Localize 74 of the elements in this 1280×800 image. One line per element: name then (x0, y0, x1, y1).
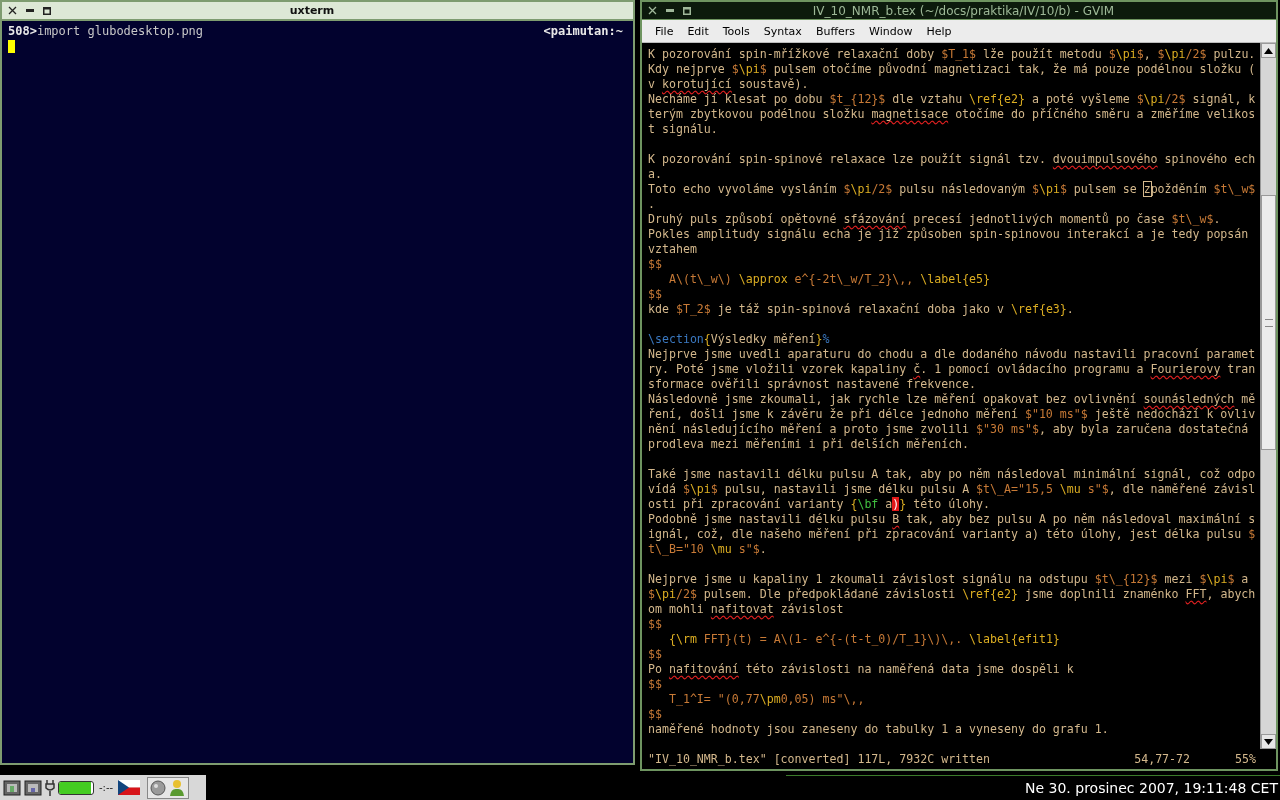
code-line: $$ (648, 257, 663, 272)
code-line: Pokles amplitudy signálu echa je již způsoben spin-spinovou interakcí a je tedy popsán (648, 227, 1250, 242)
code-line: A\(t\_w\) \approx e^{-2t\_w/T_2}\,, \label{e5} (667, 272, 992, 287)
maximize-icon[interactable] (43, 6, 51, 15)
menu-item[interactable]: Tools (715, 22, 757, 40)
code-line: Podobně jsme nastavili délku pulsu B tak, aby bez pulsu A po něm následoval maximální s (648, 512, 1257, 527)
code-line: vztahem (648, 242, 698, 257)
code-line: . (648, 197, 656, 212)
battery-meter (58, 780, 94, 795)
flag-icon[interactable] (118, 780, 141, 795)
code-line: Toto echo vyvoláme vysláním $\pi/2$ pulsu následovaným $\pi$ pulsem se zpožděním $t\_w$ (648, 182, 1257, 197)
code-line: Nejprve jsme u kapaliny 1 zkoumali závislost signálu na odstupu $t\_{12}$ mezi $\pi$ a (648, 572, 1250, 587)
code-line: ignál, což, dle našeho měření při zpracování varianty a) této úlohy, jest délka pulsu $ (648, 527, 1257, 542)
menu-item[interactable]: File (648, 22, 681, 40)
status-message: "IV_10_NMR_b.tex" [converted] 117L, 7932C written (648, 752, 991, 766)
code-line: Kdy nejprve $\pi$ pulsem otočíme původní magnetizaci tak, že má pouze podélnou složku ( (648, 62, 1257, 77)
code-line: ření, došli jsme k závěru že při délce jednoho měření $"10 ms"$ ještě nedochází k ovliv (648, 407, 1257, 422)
window-title: IV_10_NMR_b.tex (~/docs/praktika/IV/10/b) - GVIM (811, 3, 1116, 18)
code-line: naměřené hodnoty jsou zaneseny do tabulky 1 a vyneseny do grafu 1. (648, 722, 1110, 737)
scroll-percent: 55% (1235, 752, 1256, 766)
menu-item[interactable]: Window (862, 22, 920, 40)
scrollbar[interactable] (1260, 43, 1276, 749)
menu-item[interactable]: Syntax (756, 22, 809, 40)
window-title: uxterm (288, 4, 336, 17)
code-line: $\pi/2$ pulsem. Dle předpokládané závislosti \ref{e2} jsme doplnili znaménko FFT, abych (648, 587, 1257, 602)
menu-item[interactable]: Edit (680, 22, 716, 40)
menu-item[interactable]: Buffers (808, 22, 862, 40)
code-line: sformace ověřili správnost nastavené frekvence. (648, 377, 978, 392)
monitor-icon[interactable] (24, 778, 42, 797)
code-line: om mohli nafitovat závislost (648, 602, 845, 617)
monitor-icon[interactable] (3, 778, 21, 797)
globe-icon[interactable] (150, 779, 167, 796)
code-line: t\_B="10 \mu s"$. (648, 542, 768, 557)
code-line: nění následujícího měření a proto jsme zvolili $"30 ms"$, aby byla zaručena dostatečná (648, 422, 1250, 437)
battery-time: -:-- (99, 782, 114, 793)
clock: Ne 30. prosinec 2007, 19:11:48 CET (1025, 780, 1279, 796)
code-line: Necháme jí klesat po dobu $t_{12}$ dle vztahu \ref{e2} a poté vyšleme $\pi/2$ signál, k (648, 92, 1257, 107)
code-line: Následovně jsme zkoumali, jak rychle lze měření opakovat bez ovlivnění sounásledných mě (648, 392, 1257, 407)
code-line: osti při zpracování varianty {\bf a)} této úlohy. (648, 497, 992, 512)
code-line: \section{Výsledky měření}% (648, 332, 831, 347)
plug-icon[interactable] (45, 778, 55, 797)
code-line: $$ (648, 647, 663, 662)
code-line: Druhý puls způsobí opětovné sfázování precesí jednotlivých momentů po čase $t\_w$. (648, 212, 1222, 227)
close-icon[interactable] (648, 6, 657, 15)
code-line: vídá $\pi$ pulsu, nastavili jsme délku pulsu A $t\_A="15,5 \mu s"$, dle naměřené závisl (648, 482, 1257, 497)
code-line: K pozorování spin-mřížkové relaxační doby $T_1$ lže použít metodu $\pi$, $\pi/2$ pulzu. (648, 47, 1257, 62)
maximize-icon[interactable] (683, 6, 691, 15)
code-line: ry. Poté jsme vložili vzorek kapaliny č. 1 pomocí ovládacího programu a Fourierovy tran (648, 362, 1257, 377)
code-line: t signálu. (648, 122, 719, 137)
code-line: $$ (648, 707, 663, 722)
user-icon[interactable] (168, 778, 187, 797)
code-line: T_1^I= "(0,77\pm0,05) ms"\,, (667, 692, 866, 707)
close-icon[interactable] (8, 6, 17, 15)
text-cursor (8, 40, 15, 53)
code-line: Také jsme nastavili délku pulsu A tak, aby po něm následoval minimální signál, což odpo (648, 467, 1257, 482)
code-line: Po nafitování této závislosti na naměřená data jsme dospěli k (648, 662, 1075, 677)
code-line: terým zbytkovou podélnou složku magnetisace otočíme do příčného směru a změříme velikos (648, 107, 1257, 122)
code-line: $$ (648, 287, 663, 302)
scroll-thumb[interactable] (1261, 195, 1276, 450)
code-line: prodleva mezi měřeními i při delších měřeních. (648, 437, 971, 452)
code-line: Nejprve jsme uvedli aparaturu do chodu a dle dodaného návodu nastavili pracovní paramet (648, 347, 1257, 362)
code-line: v korotující soustavě). (648, 77, 810, 92)
command-line: 508>import glubodesktop.png (8, 23, 204, 39)
menu-item[interactable]: Help (919, 22, 959, 40)
code-line: $$ (648, 677, 663, 692)
code-line: a. (648, 167, 663, 182)
scroll-up-icon[interactable] (1261, 43, 1276, 58)
scroll-down-icon[interactable] (1261, 734, 1276, 749)
host-label: <paimutan:~ (543, 23, 623, 39)
code-line: $$ (648, 617, 663, 632)
code-line: {\rm FFT}(t) = A\(1- e^{-(t-t_0)/T_1}\)\,. \label{efit1} (667, 632, 1061, 647)
code-line: kde $T_2$ je táž spin-spinová relaxační doba jako v \ref{e3}. (648, 302, 1075, 317)
code-line: K pozorování spin-spinové relaxace lze použít signál tzv. dvouimpulsového spinového ech (648, 152, 1257, 167)
cursor-position: 54,77-72 (1134, 752, 1191, 766)
